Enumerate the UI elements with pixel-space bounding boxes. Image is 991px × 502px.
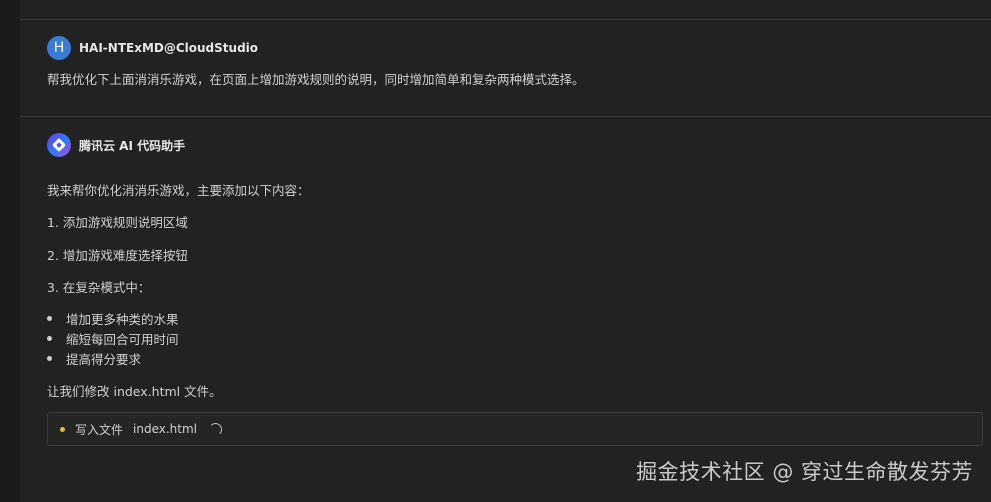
file-name-link[interactable]: index.html bbox=[133, 422, 197, 436]
file-action-label: 写入文件 bbox=[75, 422, 124, 437]
loading-spinner-icon bbox=[209, 422, 222, 436]
bullet-dot-icon bbox=[47, 356, 52, 361]
list-item-text: 增加更多种类的水果 bbox=[66, 312, 179, 327]
list-item: 增加更多种类的水果 bbox=[47, 309, 179, 328]
username: HAI-NTExMD@CloudStudio bbox=[79, 41, 259, 55]
bullet-dot-icon bbox=[47, 316, 52, 321]
left-gutter bbox=[0, 0, 20, 502]
user-message-header: H HAI-NTExMD@CloudStudio bbox=[47, 36, 258, 60]
assistant-intro: 我来帮你优化消消乐游戏，主要添加以下内容： bbox=[47, 183, 310, 198]
assistant-logo-icon bbox=[47, 133, 71, 157]
list-item: 提高得分要求 bbox=[47, 349, 141, 368]
step-item: 3. 在复杂模式中： bbox=[47, 280, 151, 295]
watermark: 掘金技术社区 @ 穿过生命散发芬芳 bbox=[636, 460, 973, 484]
step-item: 2. 增加游戏难度选择按钮 bbox=[47, 248, 188, 263]
list-item: 缩短每回合可用时间 bbox=[47, 329, 179, 348]
step-item: 1. 添加游戏规则说明区域 bbox=[47, 215, 188, 230]
assistant-message-header: 腾讯云 AI 代码助手 bbox=[47, 133, 185, 157]
bullet-dot-icon bbox=[47, 336, 52, 341]
user-message-text: 帮我优化下上面消消乐游戏，在页面上增加游戏规则的说明，同时增加简单和复杂两种模式… bbox=[47, 72, 585, 87]
message-divider bbox=[20, 116, 991, 117]
avatar: H bbox=[47, 36, 71, 60]
list-item-text: 提高得分要求 bbox=[66, 352, 142, 367]
status-dot-icon bbox=[60, 426, 65, 432]
avatar-letter: H bbox=[53, 40, 65, 56]
top-divider bbox=[20, 19, 991, 20]
assistant-closing: 让我们修改 index.html 文件。 bbox=[47, 384, 222, 399]
list-item-text: 缩短每回合可用时间 bbox=[66, 332, 179, 347]
file-action-card[interactable]: 写入文件 index.html bbox=[47, 412, 983, 446]
assistant-name: 腾讯云 AI 代码助手 bbox=[79, 138, 186, 153]
